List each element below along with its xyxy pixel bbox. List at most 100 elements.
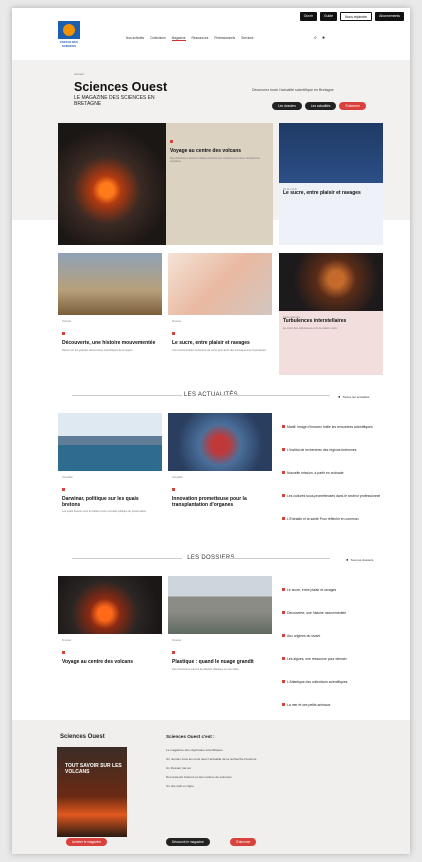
surgery-image — [168, 413, 272, 471]
list-item[interactable]: Nouvelle mission, à partir en croisade — [282, 461, 392, 479]
page-frame: Ouvrir Guide Nous rejoindre Abonnements … — [12, 8, 410, 854]
topbar-link-2[interactable]: Guide — [319, 12, 337, 21]
promo-title: Sciences Ouest — [60, 734, 105, 740]
category-dot — [62, 651, 65, 654]
nav-item-services[interactable]: Services — [241, 36, 253, 41]
card-description: Une consommation excessive de sucre peut… — [172, 348, 267, 352]
list-item[interactable]: L'Atlantique des collections scientifiqu… — [282, 670, 392, 688]
space-image — [279, 253, 383, 311]
news-card[interactable]: Actualité Innovation prometteuse pour la… — [168, 413, 272, 539]
card-title: Le sucre, entre plaisir et ravages — [172, 340, 250, 346]
card-title: Darwinar, politique sur les quais breton… — [62, 496, 139, 508]
list-item[interactable]: Aux origines du vivant — [282, 624, 392, 642]
harbor-image — [58, 413, 162, 471]
search-icon[interactable]: ⌕ — [314, 35, 317, 41]
subscribe-footer-button[interactable]: S'abonner — [230, 838, 257, 846]
nav-item-collections[interactable]: Collections — [150, 36, 166, 41]
actualites-button[interactable]: Les actualités — [304, 102, 337, 110]
category-dot — [172, 651, 175, 654]
dossiers-button[interactable]: Les dossiers — [272, 102, 302, 110]
nav-item-magazine[interactable]: Magazine — [171, 36, 186, 41]
card-description: Les quais bretons sont le théâtre d'une … — [62, 510, 147, 514]
list-item[interactable]: Les cultures sous-prometteuses dans le s… — [282, 484, 392, 502]
nav-item-activites[interactable]: Nos activités — [126, 36, 144, 41]
promo-list: Le magazine des régionales scientifiques… — [166, 748, 257, 793]
nav-item-ressources[interactable]: Ressources — [192, 36, 209, 41]
list-item: Un site web en ligne — [166, 784, 194, 788]
dossiers-side-list: Le sucre, entre plaisir et ravages Décou… — [282, 578, 392, 716]
volcano-image — [58, 576, 162, 634]
feature-card[interactable]: Fil de l'actu Le sucre, entre plaisir et… — [279, 123, 383, 245]
card-title: Turbulences interstellaires — [283, 318, 347, 324]
card-description: Des chercheurs suivent la pollution plas… — [172, 667, 240, 671]
magazine-promo: Sciences Ouest TOUT SAVOIR SUR LES VOLCA… — [12, 720, 410, 854]
card-title: Le sucre, entre plaisir et ravages — [283, 190, 361, 196]
list-item[interactable]: Découverte, une histoire mouvementée — [282, 601, 392, 619]
card-title: Voyage au centre des volcans — [170, 148, 242, 154]
list-item: Le magazine des régionales scientifiques — [166, 748, 223, 752]
user-icon[interactable]: ● — [322, 35, 325, 41]
card-description: Retour sur les grandes découvertes scien… — [62, 348, 134, 352]
card-tag: Dossier — [172, 638, 182, 642]
card-tag: Actualité — [172, 475, 183, 479]
dossier-card[interactable]: Dossier Plastique : quand le nuage grand… — [168, 576, 272, 702]
card-title: Innovation prometteuse pour la transplan… — [172, 496, 247, 508]
feature-card[interactable] — [58, 123, 166, 245]
category-dot — [172, 488, 175, 491]
page-title: Sciences Ouest — [74, 80, 168, 94]
utility-bar: Ouvrir Guide Nous rejoindre Abonnements — [299, 12, 404, 21]
list-item: Un Dossier par an — [166, 766, 191, 770]
promo-info-title: Sciences Ouest c'est : — [166, 734, 215, 739]
card-tag: Actualité — [62, 475, 73, 479]
discover-magazine-button[interactable]: Découvrir le magazine — [166, 838, 210, 846]
list-item: Un numéro tous les mois avec l'actualité… — [166, 757, 257, 761]
topbar-link-4[interactable]: Abonnements — [375, 12, 404, 21]
all-actus-link[interactable]: Toutes les actualités — [338, 394, 369, 399]
subscribe-button[interactable]: S'abonner — [339, 102, 366, 110]
magazine-cover[interactable]: TOUT SAVOIR SUR LES VOLCANS — [57, 747, 127, 837]
hero-description: Découvrez toute l'actualité scientifique… — [252, 88, 334, 92]
actus-side-list: Manif: Image d'Innovez Imilie les rencon… — [282, 415, 392, 530]
card-title: Voyage au centre des volcans — [62, 659, 134, 665]
child-image — [168, 253, 272, 315]
list-item[interactable]: L'Institut de recherches des régions bre… — [282, 438, 392, 456]
site-logo[interactable]: ESPACE DES SCIENCES — [58, 21, 80, 48]
list-item[interactable]: Le sucre, entre plaisir et ravages — [282, 578, 392, 596]
hero-buttons: Les dossiers Les actualités S'abonner — [272, 102, 366, 110]
buy-magazine-button[interactable]: Acheter le magazine — [66, 838, 108, 846]
list-item[interactable]: L'Entraide et la santé Pour réfléchir en… — [282, 507, 392, 525]
card-title: Plastique : quand le nuage grandit — [172, 659, 254, 665]
list-item: Des lecteurs bretons et des curieux de s… — [166, 775, 232, 779]
feature-card[interactable]: Dossier Le sucre, entre plaisir et ravag… — [168, 253, 272, 375]
feature-card[interactable]: Portrait Découverte, une histoire mouvem… — [58, 253, 162, 375]
cover-headline: TOUT SAVOIR SUR LES VOLCANS — [65, 763, 122, 775]
news-card[interactable]: Actualité Darwinar, politique sur les qu… — [58, 413, 162, 539]
card-title: Découverte, une histoire mouvementée — [62, 340, 156, 346]
feature-card[interactable]: Carte blanche Turbulences interstellaire… — [279, 253, 383, 375]
topbar-link-1[interactable]: Ouvrir — [299, 12, 317, 21]
landscape-image — [58, 253, 162, 315]
page-subtitle: LE MAGAZINE DES SCIENCES EN BRETAGNE — [74, 95, 155, 107]
volcano-image — [58, 123, 166, 245]
logo-caption: ESPACE DES SCIENCES — [60, 40, 78, 48]
nav-item-professionnels[interactable]: Professionnels — [214, 36, 235, 41]
feature-card[interactable]: Voyage au centre des volcans Des cherche… — [166, 123, 273, 245]
list-item[interactable]: Manif: Image d'Innovez Imilie les rencon… — [282, 415, 392, 433]
sugar-image — [279, 123, 383, 183]
dossier-card[interactable]: Dossier Voyage au centre des volcans — [58, 576, 162, 702]
card-tag: Dossier — [172, 319, 182, 323]
beach-image — [168, 576, 272, 634]
category-dot — [172, 332, 175, 335]
topbar-link-3[interactable]: Nous rejoindre — [340, 12, 373, 21]
list-item[interactable]: Les algues, une ressource pour demain — [282, 647, 392, 665]
list-item[interactable]: La mer et ses petits animaux — [282, 693, 392, 711]
all-dossiers-link[interactable]: Tous les dossiers — [346, 557, 373, 562]
breadcrumb[interactable]: Accueil — [74, 72, 84, 76]
card-tag: Dossier — [62, 638, 72, 642]
logo-mark — [58, 21, 80, 39]
card-tag: Portrait — [62, 319, 72, 323]
category-dot — [170, 140, 173, 143]
category-dot — [62, 488, 65, 491]
main-nav: Nos activités Collections Magazine Resso… — [126, 36, 254, 41]
card-description: Au cœur des nébuleuses et de la matière … — [283, 326, 338, 330]
